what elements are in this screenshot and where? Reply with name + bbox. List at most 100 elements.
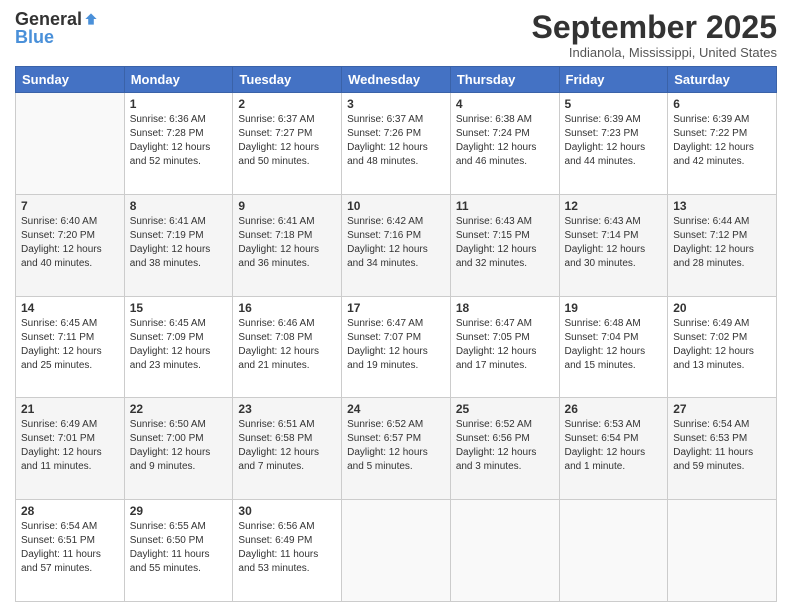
day-info: Sunrise: 6:50 AMSunset: 7:00 PMDaylight:…: [130, 418, 228, 474]
day-info: Sunrise: 6:42 AMSunset: 7:16 PMDaylight:…: [347, 215, 445, 271]
day-info: Sunrise: 6:55 AMSunset: 6:50 PMDaylight:…: [130, 520, 228, 576]
table-row: 30Sunrise: 6:56 AMSunset: 6:49 PMDayligh…: [233, 500, 342, 602]
table-row: 10Sunrise: 6:42 AMSunset: 7:16 PMDayligh…: [342, 194, 451, 296]
table-row: 17 Sunrise: 6:47 AMSunset: 7:07 PMDayligh…: [342, 296, 451, 398]
calendar-week-row: 21 Sunrise: 6:49 AMSunset: 7:01 PMDayligh…: [16, 398, 777, 500]
day-number: 8: [130, 199, 228, 213]
day-number: 27: [673, 402, 771, 416]
table-row: 19 Sunrise: 6:48 AMSunset: 7:04 PMDayligh…: [559, 296, 668, 398]
col-friday: Friday: [559, 67, 668, 93]
table-row: 25Sunrise: 6:52 AMSunset: 6:56 PMDayligh…: [450, 398, 559, 500]
day-number: 30: [238, 504, 336, 518]
day-number: 28: [21, 504, 119, 518]
day-number: 7: [21, 199, 119, 213]
day-number: 3: [347, 97, 445, 111]
page: General Blue September 2025 Indianola, M…: [0, 0, 792, 612]
table-row: 8 Sunrise: 6:41 AMSunset: 7:19 PMDaylight…: [124, 194, 233, 296]
logo-icon: [84, 12, 98, 26]
table-row: 29 Sunrise: 6:55 AMSunset: 6:50 PMDayligh…: [124, 500, 233, 602]
table-row: 9Sunrise: 6:41 AMSunset: 7:18 PMDaylight…: [233, 194, 342, 296]
day-info: Sunrise: 6:43 AMSunset: 7:15 PMDaylight:…: [456, 215, 554, 271]
table-row: 7 Sunrise: 6:40 AMSunset: 7:20 PMDaylight…: [16, 194, 125, 296]
table-row: 2 Sunrise: 6:37 AMSunset: 7:27 PMDaylight…: [233, 93, 342, 195]
day-info: Sunrise: 6:54 AMSunset: 6:53 PMDaylight:…: [673, 418, 771, 474]
table-row: 28 Sunrise: 6:54 AMSunset: 6:51 PMDayligh…: [16, 500, 125, 602]
day-number: 5: [565, 97, 663, 111]
table-row: [16, 93, 125, 195]
table-row: [450, 500, 559, 602]
day-info: Sunrise: 6:39 AMSunset: 7:23 PMDaylight:…: [565, 113, 663, 169]
day-info: Sunrise: 6:37 AMSunset: 7:26 PMDaylight:…: [347, 113, 445, 169]
title-area: September 2025 Indianola, Mississippi, U…: [532, 10, 777, 60]
table-row: 27 Sunrise: 6:54 AMSunset: 6:53 PMDayligh…: [668, 398, 777, 500]
table-row: 12 Sunrise: 6:43 AMSunset: 7:14 PMDayligh…: [559, 194, 668, 296]
table-row: 3 Sunrise: 6:37 AMSunset: 7:26 PMDaylight…: [342, 93, 451, 195]
day-info: Sunrise: 6:52 AMSunset: 6:56 PMDaylight:…: [456, 418, 554, 474]
day-number: 1: [130, 97, 228, 111]
calendar-week-row: 28 Sunrise: 6:54 AMSunset: 6:51 PMDayligh…: [16, 500, 777, 602]
day-number: 18: [456, 301, 554, 315]
table-row: 15Sunrise: 6:45 AMSunset: 7:09 PMDayligh…: [124, 296, 233, 398]
table-row: 26 Sunrise: 6:53 AMSunset: 6:54 PMDayligh…: [559, 398, 668, 500]
table-row: [342, 500, 451, 602]
table-row: 24Sunrise: 6:52 AMSunset: 6:57 PMDayligh…: [342, 398, 451, 500]
day-info: Sunrise: 6:49 AMSunset: 7:01 PMDaylight:…: [21, 418, 119, 474]
day-info: Sunrise: 6:51 AMSunset: 6:58 PMDaylight:…: [238, 418, 336, 474]
day-info: Sunrise: 6:37 AMSunset: 7:27 PMDaylight:…: [238, 113, 336, 169]
calendar-table: Sunday Monday Tuesday Wednesday Thursday…: [15, 66, 777, 602]
day-number: 17: [347, 301, 445, 315]
day-info: Sunrise: 6:54 AMSunset: 6:51 PMDaylight:…: [21, 520, 119, 576]
col-saturday: Saturday: [668, 67, 777, 93]
day-info: Sunrise: 6:53 AMSunset: 6:54 PMDaylight:…: [565, 418, 663, 474]
day-number: 26: [565, 402, 663, 416]
table-row: [668, 500, 777, 602]
day-number: 21: [21, 402, 119, 416]
day-number: 16: [238, 301, 336, 315]
table-row: 13Sunrise: 6:44 AMSunset: 7:12 PMDayligh…: [668, 194, 777, 296]
logo-general-text: General: [15, 10, 82, 28]
day-info: Sunrise: 6:41 AMSunset: 7:19 PMDaylight:…: [130, 215, 228, 271]
day-info: Sunrise: 6:45 AMSunset: 7:11 PMDaylight:…: [21, 317, 119, 373]
table-row: 20 Sunrise: 6:49 AMSunset: 7:02 PMDayligh…: [668, 296, 777, 398]
table-row: [559, 500, 668, 602]
day-info: Sunrise: 6:47 AMSunset: 7:07 PMDaylight:…: [347, 317, 445, 373]
day-number: 22: [130, 402, 228, 416]
day-number: 29: [130, 504, 228, 518]
day-number: 20: [673, 301, 771, 315]
table-row: 23 Sunrise: 6:51 AMSunset: 6:58 PMDayligh…: [233, 398, 342, 500]
day-info: Sunrise: 6:52 AMSunset: 6:57 PMDaylight:…: [347, 418, 445, 474]
day-info: Sunrise: 6:47 AMSunset: 7:05 PMDaylight:…: [456, 317, 554, 373]
col-sunday: Sunday: [16, 67, 125, 93]
day-info: Sunrise: 6:36 AMSunset: 7:28 PMDaylight:…: [130, 113, 228, 169]
col-tuesday: Tuesday: [233, 67, 342, 93]
col-wednesday: Wednesday: [342, 67, 451, 93]
location: Indianola, Mississippi, United States: [532, 45, 777, 60]
day-number: 11: [456, 199, 554, 213]
table-row: 5 Sunrise: 6:39 AMSunset: 7:23 PMDaylight…: [559, 93, 668, 195]
calendar-week-row: 14Sunrise: 6:45 AMSunset: 7:11 PMDayligh…: [16, 296, 777, 398]
day-number: 4: [456, 97, 554, 111]
table-row: 18 Sunrise: 6:47 AMSunset: 7:05 PMDayligh…: [450, 296, 559, 398]
calendar-week-row: 7 Sunrise: 6:40 AMSunset: 7:20 PMDaylight…: [16, 194, 777, 296]
day-number: 13: [673, 199, 771, 213]
day-info: Sunrise: 6:39 AMSunset: 7:22 PMDaylight:…: [673, 113, 771, 169]
col-thursday: Thursday: [450, 67, 559, 93]
day-number: 23: [238, 402, 336, 416]
calendar-header-row: Sunday Monday Tuesday Wednesday Thursday…: [16, 67, 777, 93]
day-info: Sunrise: 6:40 AMSunset: 7:20 PMDaylight:…: [21, 215, 119, 271]
day-info: Sunrise: 6:48 AMSunset: 7:04 PMDaylight:…: [565, 317, 663, 373]
day-info: Sunrise: 6:43 AMSunset: 7:14 PMDaylight:…: [565, 215, 663, 271]
day-number: 15: [130, 301, 228, 315]
day-number: 9: [238, 199, 336, 213]
table-row: 6Sunrise: 6:39 AMSunset: 7:22 PMDaylight…: [668, 93, 777, 195]
day-number: 12: [565, 199, 663, 213]
logo-blue-text: Blue: [15, 28, 54, 46]
day-number: 2: [238, 97, 336, 111]
day-info: Sunrise: 6:49 AMSunset: 7:02 PMDaylight:…: [673, 317, 771, 373]
day-number: 19: [565, 301, 663, 315]
logo-top-line: General: [15, 10, 98, 28]
table-row: 22 Sunrise: 6:50 AMSunset: 7:00 PMDayligh…: [124, 398, 233, 500]
col-monday: Monday: [124, 67, 233, 93]
day-info: Sunrise: 6:38 AMSunset: 7:24 PMDaylight:…: [456, 113, 554, 169]
table-row: 11 Sunrise: 6:43 AMSunset: 7:15 PMDayligh…: [450, 194, 559, 296]
